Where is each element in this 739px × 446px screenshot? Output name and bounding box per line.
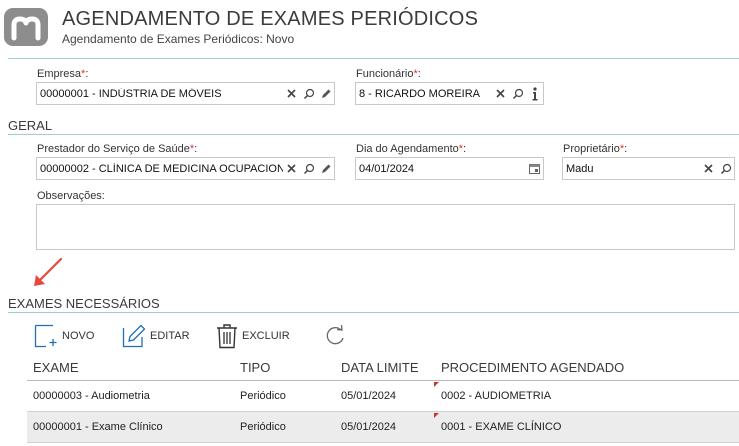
edit-icon — [122, 324, 146, 348]
search-icon[interactable] — [509, 83, 526, 104]
exames-section-title: EXAMES NECESSÁRIOS — [8, 296, 160, 311]
observacoes-label: Observações: — [37, 190, 105, 202]
refresh-button[interactable] — [324, 325, 346, 347]
search-icon[interactable] — [717, 158, 734, 179]
dia-agendamento-value[interactable]: 04/01/2024 — [356, 163, 526, 175]
column-header-exame[interactable]: EXAME — [33, 360, 79, 375]
search-icon[interactable] — [300, 158, 317, 179]
funcionario-field[interactable]: 8 - RICARDO MOREIRA — [355, 82, 544, 105]
cell-procedimento: 0002 - AUDIOMETRIA — [441, 390, 552, 402]
cell-exame: 00000003 - Audiometria — [33, 390, 150, 402]
geral-divider — [8, 134, 739, 135]
empresa-field[interactable]: 00000001 - INDÚSTRIA DE MÓVEIS — [36, 82, 335, 105]
column-header-data-limite[interactable]: DATA LIMITE — [341, 360, 419, 375]
observacoes-textarea[interactable] — [36, 204, 735, 250]
clear-icon[interactable] — [283, 158, 300, 179]
excluir-label: EXCLUIR — [242, 330, 290, 342]
prestador-field[interactable]: 00000002 - CLÍNICA DE MEDICINA OCUPACION… — [36, 157, 335, 180]
info-icon[interactable] — [526, 83, 543, 104]
dia-agendamento-label: Dia do Agendamento*: — [356, 143, 467, 155]
table-row[interactable]: 00000003 - Audiometria Periódico 05/01/2… — [27, 381, 739, 411]
cell-data-limite: 05/01/2024 — [341, 390, 397, 402]
changed-flag-icon — [434, 413, 439, 418]
geral-section-title: GERAL — [8, 118, 53, 133]
funcionario-label: Funcionário*: — [356, 68, 421, 80]
editar-label: EDITAR — [150, 330, 190, 342]
cell-tipo: Periódico — [240, 390, 286, 402]
novo-button[interactable]: NOVO — [34, 324, 94, 348]
proprietario-field[interactable]: Madu — [562, 157, 735, 180]
dia-agendamento-field[interactable]: 04/01/2024 — [355, 157, 544, 180]
clear-icon[interactable] — [700, 158, 717, 179]
edit-pencil-icon[interactable] — [317, 83, 334, 104]
empresa-value[interactable]: 00000001 - INDÚSTRIA DE MÓVEIS — [37, 88, 283, 100]
new-document-icon — [34, 324, 57, 348]
clear-icon[interactable] — [492, 83, 509, 104]
prestador-label: Prestador do Serviço de Saúde*: — [37, 143, 198, 155]
annotation-arrow-icon — [34, 257, 63, 286]
refresh-icon — [326, 325, 344, 345]
clear-icon[interactable] — [283, 83, 300, 104]
trash-icon — [217, 324, 237, 349]
page-subtitle: Agendamento de Exames Periódicos: Novo — [62, 32, 295, 46]
excluir-button[interactable]: EXCLUIR — [216, 323, 290, 349]
empresa-label: Empresa*: — [37, 68, 89, 80]
cell-data-limite: 05/01/2024 — [341, 421, 397, 433]
header-divider — [8, 58, 739, 59]
prestador-value[interactable]: 00000002 - CLÍNICA DE MEDICINA OCUPACION… — [37, 163, 283, 175]
changed-flag-icon — [434, 382, 439, 387]
row-divider — [27, 442, 739, 443]
proprietario-value[interactable]: Madu — [563, 163, 700, 175]
editar-button[interactable]: EDITAR — [122, 324, 190, 348]
cell-tipo: Periódico — [240, 421, 286, 433]
search-icon[interactable] — [300, 83, 317, 104]
column-header-tipo[interactable]: TIPO — [240, 360, 270, 375]
exames-divider — [8, 312, 739, 313]
page-title: AGENDAMENTO DE EXAMES PERIÓDICOS — [62, 8, 479, 30]
edit-pencil-icon[interactable] — [317, 158, 334, 179]
proprietario-label: Proprietário*: — [563, 143, 628, 155]
app-logo — [4, 8, 48, 46]
funcionario-value[interactable]: 8 - RICARDO MOREIRA — [356, 88, 492, 100]
table-row[interactable]: 00000001 - Exame Clínico Periódico 05/01… — [27, 412, 739, 442]
calendar-icon[interactable] — [526, 158, 543, 179]
novo-label: NOVO — [62, 330, 95, 342]
cell-procedimento: 0001 - EXAME CLÍNICO — [441, 421, 562, 433]
column-header-procedimento[interactable]: PROCEDIMENTO AGENDADO — [441, 360, 624, 375]
cell-exame: 00000001 - Exame Clínico — [33, 421, 163, 433]
